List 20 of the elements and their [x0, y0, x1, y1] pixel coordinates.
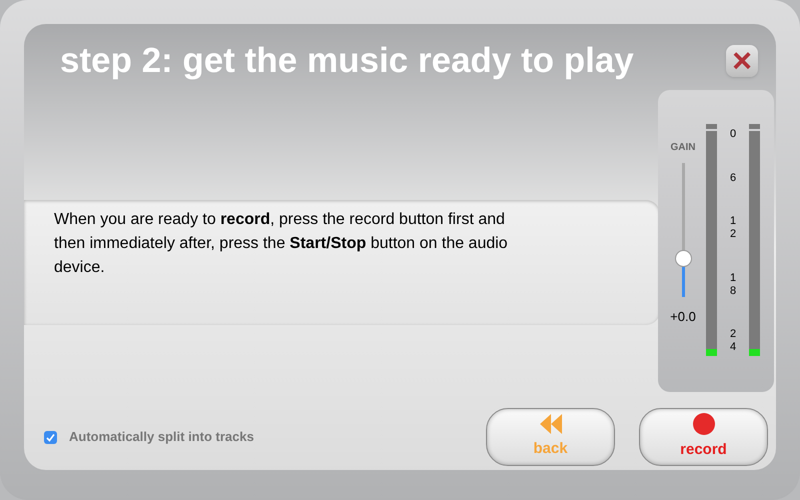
instructions-text: When you are ready to record, press the record button first and then immediately after, press the Start/Stop button on the audio device.: [54, 210, 509, 278]
scale-label: 24: [730, 328, 736, 354]
scale-label: 0: [730, 128, 736, 141]
rewind-icon: [540, 414, 562, 434]
record-button[interactable]: record: [639, 408, 768, 466]
checkbox-label: Automatically split into tracks: [69, 428, 254, 446]
record-dot-icon: [692, 412, 714, 435]
gain-label: GAIN: [670, 141, 696, 155]
gain-slider[interactable]: [674, 163, 692, 297]
peak-indicator: [749, 124, 760, 129]
check-icon: [46, 432, 55, 442]
slider-thumb[interactable]: [674, 250, 692, 268]
close-button[interactable]: ×: [726, 45, 758, 77]
gain-reading: +0.0: [670, 308, 696, 326]
peak-indicator: [706, 124, 717, 129]
checkbox[interactable]: [44, 430, 57, 444]
scale-label: 18: [730, 272, 736, 298]
scale-label: 6: [730, 172, 736, 184]
dialog-title: step 2: get the music ready to play: [60, 40, 634, 82]
scale-label: 12: [730, 215, 736, 241]
